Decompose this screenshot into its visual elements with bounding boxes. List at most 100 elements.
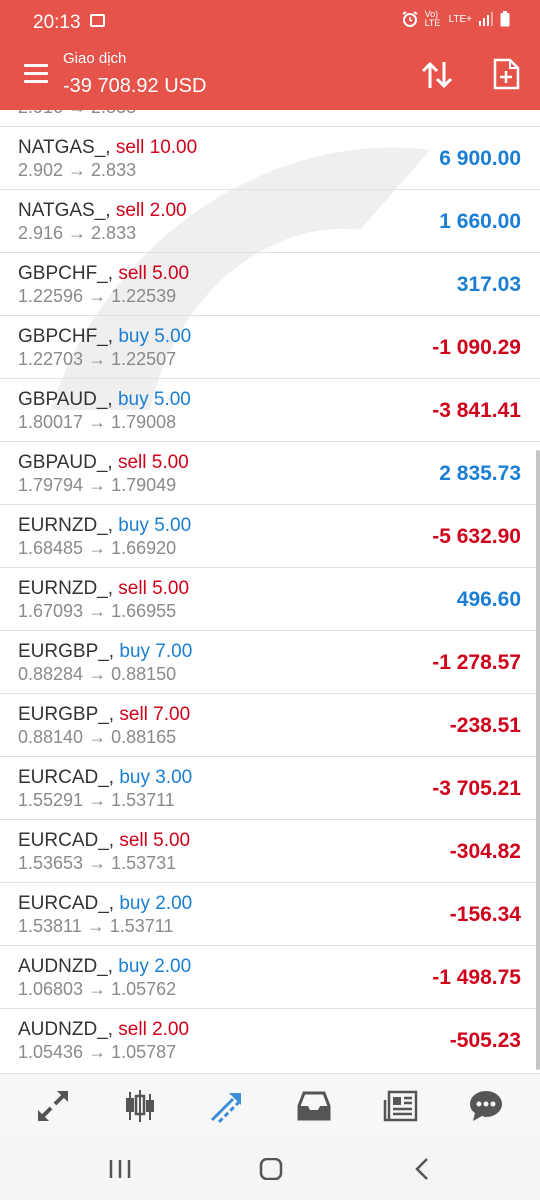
app-header: 20:13 Vo) LTE LTE+ Giao dịch -39 708.92 … [0, 0, 540, 110]
news-icon[interactable] [383, 1088, 419, 1124]
trade-row[interactable]: EURNZD_, sell 5.00 1.67093 → 1.66955 496.6… [0, 567, 540, 630]
signal-icon [479, 12, 493, 26]
trade-side: sell 5.00 [118, 578, 190, 599]
trade-symbol: EURCAD_, sell 5.00 [18, 830, 190, 852]
balance-total: -39 708.92 USD [63, 75, 207, 97]
symbol-name: EURGBP_, [18, 704, 115, 725]
symbol-name: NATGAS_, [18, 137, 111, 158]
trade-profit: -3 705.21 [432, 777, 521, 800]
trade-symbol: EURNZD_, sell 5.00 [18, 578, 189, 600]
symbol-name: GBPCHF_, [18, 326, 114, 347]
trade-symbol: NATGAS_, sell 2.00 [18, 200, 187, 222]
trade-profit: 317.03 [456, 273, 521, 296]
lte-label: LTE+ [448, 13, 472, 25]
trade-side: sell 5.00 [119, 830, 191, 851]
trade-side: buy 2.00 [118, 956, 192, 977]
trade-prices: 1.53811 → 1.53711 [18, 916, 174, 936]
trade-prices: 1.80017 → 1.79008 [18, 412, 177, 432]
chart-icon[interactable] [122, 1088, 158, 1124]
trade-side: sell 5.00 [118, 263, 190, 284]
partial-row[interactable]: 2.916 → 2.833 [0, 110, 540, 126]
trade-row[interactable]: AUDNZD_, sell 2.00 1.05436 → 1.05787 -505.… [0, 1008, 540, 1071]
trade-row[interactable]: AUDNZD_, buy 2.00 1.06803 → 1.05762 -1 498… [0, 945, 540, 1008]
trade-row[interactable]: GBPCHF_, sell 5.00 1.22596 → 1.22539 317.0… [0, 252, 540, 315]
trade-row[interactable]: GBPAUD_, sell 5.00 1.79794 → 1.79049 2 835… [0, 441, 540, 504]
status-time: 20:13 [33, 12, 81, 33]
trade-profit: 2 835.73 [439, 462, 521, 485]
chat-icon[interactable] [468, 1088, 504, 1124]
trade-prices: 1.68485 → 1.66920 [18, 538, 177, 558]
scrollbar[interactable] [536, 450, 540, 1070]
battery-icon [500, 11, 510, 27]
symbol-name: EURNZD_, [18, 578, 114, 599]
trade-profit: -238.51 [449, 714, 521, 737]
symbol-name: GBPCHF_, [18, 263, 114, 284]
trade-row[interactable]: EURCAD_, buy 2.00 1.53811 → 1.53711 -156.3… [0, 882, 540, 945]
symbol-name: EURGBP_, [18, 641, 115, 662]
trade-symbol: GBPAUD_, sell 5.00 [18, 452, 189, 474]
trade-profit: 496.60 [456, 588, 521, 611]
quotes-icon[interactable] [35, 1088, 71, 1124]
trade-profit: 6 900.00 [439, 147, 521, 170]
trade-row[interactable]: EURCAD_, buy 3.00 1.55291 → 1.53711 -3 705… [0, 756, 540, 819]
trade-symbol: EURNZD_, buy 5.00 [18, 515, 191, 537]
sort-icon[interactable] [420, 60, 454, 90]
trade-row[interactable]: NATGAS_, sell 2.00 2.916 → 2.833 1 660.00 [0, 189, 540, 252]
trade-prices: 1.22703 → 1.22507 [18, 349, 177, 369]
trade-row[interactable]: NATGAS_, sell 10.00 2.902 → 2.833 6 900.00 [0, 126, 540, 189]
home-icon[interactable] [259, 1158, 283, 1180]
system-nav-bar [0, 1138, 540, 1200]
trade-symbol: GBPAUD_, buy 5.00 [18, 389, 191, 411]
trade-symbol: EURCAD_, buy 3.00 [18, 767, 192, 789]
symbol-name: EURCAD_, [18, 830, 115, 851]
trade-row[interactable]: EURNZD_, buy 5.00 1.68485 → 1.66920 -5 632… [0, 504, 540, 567]
trade-row[interactable]: EURGBP_, buy 7.00 0.88284 → 0.88150 -1 278… [0, 630, 540, 693]
symbol-name: EURCAD_, [18, 893, 115, 914]
trade-side: buy 3.00 [119, 767, 193, 788]
trade-row[interactable]: GBPAUD_, buy 5.00 1.80017 → 1.79008 -3 841… [0, 378, 540, 441]
history-icon[interactable] [296, 1088, 332, 1124]
trade-prices: 1.55291 → 1.53711 [18, 790, 175, 810]
trade-symbol: AUDNZD_, buy 2.00 [18, 956, 191, 978]
trade-row[interactable]: EURCAD_, sell 5.00 1.53653 → 1.53731 -304.… [0, 819, 540, 882]
trade-prices: 0.88284 → 0.88150 [18, 664, 177, 684]
trade-symbol: AUDNZD_, sell 2.00 [18, 1019, 189, 1041]
symbol-name: EURCAD_, [18, 767, 115, 788]
trade-side: sell 10.00 [115, 137, 198, 158]
trade-symbol: EURGBP_, buy 7.00 [18, 641, 192, 663]
trade-side: buy 5.00 [118, 515, 192, 536]
trade-prices: 2.916 → 2.833 [18, 110, 136, 118]
new-order-icon[interactable] [492, 58, 520, 90]
trade-side: sell 2.00 [115, 200, 187, 221]
trade-prices: 1.22596 → 1.22539 [18, 286, 177, 306]
trade-profit: -5 632.90 [432, 525, 521, 548]
trade-side: sell 7.00 [119, 704, 191, 725]
page-subtitle: Giao dịch [63, 50, 127, 67]
trade-row[interactable]: EURGBP_, sell 7.00 0.88140 → 0.88165 -238.… [0, 693, 540, 756]
status-icons: Vo) LTE LTE+ [401, 10, 510, 28]
bottom-nav [0, 1073, 540, 1138]
trade-side: sell 2.00 [118, 1019, 190, 1040]
trade-prices: 1.53653 → 1.53731 [18, 853, 177, 873]
trade-row[interactable]: GBPCHF_, buy 5.00 1.22703 → 1.22507 -1 090… [0, 315, 540, 378]
trade-side: buy 2.00 [119, 893, 193, 914]
alarm-icon [402, 11, 418, 27]
trade-profit: -1 278.57 [432, 651, 521, 674]
trade-prices: 0.88140 → 0.88165 [18, 727, 177, 747]
trade-symbol: EURGBP_, sell 7.00 [18, 704, 190, 726]
symbol-name: NATGAS_, [18, 200, 111, 221]
recent-apps-icon[interactable] [108, 1158, 132, 1180]
trade-prices: 1.06803 → 1.05762 [18, 979, 177, 999]
trade-symbol: GBPCHF_, buy 5.00 [18, 326, 191, 348]
menu-icon[interactable] [24, 64, 48, 84]
symbol-name: GBPAUD_, [18, 389, 113, 410]
trade-side: sell 5.00 [117, 452, 189, 473]
trade-side: buy 7.00 [119, 641, 193, 662]
trade-icon[interactable] [209, 1088, 245, 1124]
trade-list[interactable]: 2.916 → 2.833 NATGAS_, sell 10.002.902 →… [0, 110, 540, 1073]
symbol-name: GBPAUD_, [18, 452, 113, 473]
trade-profit: -1 090.29 [432, 336, 521, 359]
trade-profit: -304.82 [449, 840, 521, 863]
back-icon[interactable] [412, 1158, 432, 1180]
trade-prices: 1.05436 → 1.05787 [18, 1042, 177, 1062]
